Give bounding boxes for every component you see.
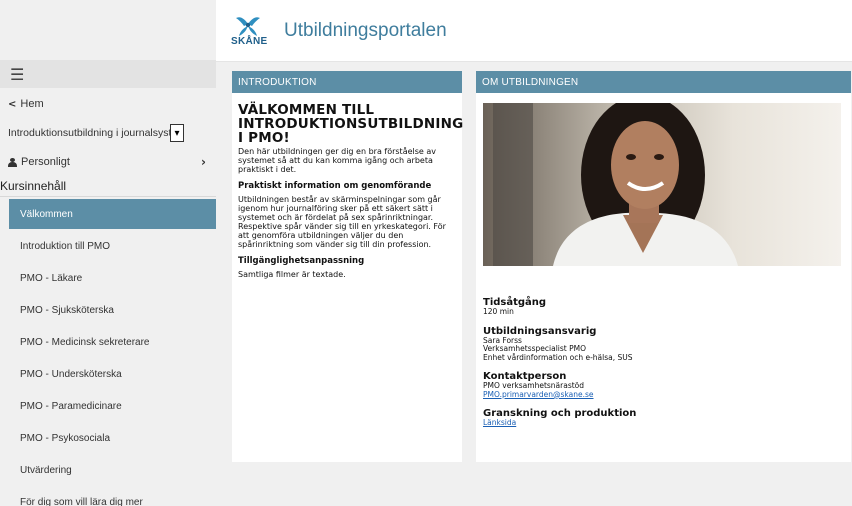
access-heading: Tillgänglighetsanpassning	[238, 256, 365, 266]
chevron-down-icon[interactable]: ▾	[170, 124, 184, 142]
nav-item-label[interactable]: För dig som vill lära dig mer	[20, 497, 143, 506]
nav-item-utvardering[interactable]: Utvärdering	[0, 455, 216, 485]
course-photo	[483, 103, 841, 266]
portal-title[interactable]: Utbildningsportalen	[284, 20, 447, 42]
intro-panel: INTRODUKTION VÄLKOMMEN TILL INTRODUKTION…	[232, 71, 464, 462]
course-select[interactable]: Introduktionsutbildning i journalsystem …	[0, 117, 216, 149]
about-info: Tidsåtgång 120 min Utbildningsansvarig S…	[483, 291, 636, 428]
nav-item-label[interactable]: Välkommen	[20, 209, 73, 220]
nav-item-label[interactable]: PMO - Läkare	[20, 273, 82, 284]
practical-heading: Praktiskt information om genomförande	[238, 181, 432, 191]
app-root: ☰ < Hem Introduktionsutbildning i journa…	[0, 0, 852, 506]
personal-menu[interactable]: Personligt ›	[0, 149, 216, 175]
home-label[interactable]: Hem	[20, 98, 43, 110]
section-title-label: Kursinnehåll	[0, 178, 67, 193]
header: SKÅNE Utbildningsportalen	[216, 0, 852, 62]
course-select-value[interactable]: Introduktionsutbildning i journalsystem	[8, 127, 170, 139]
nav-item-label[interactable]: PMO - Medicinsk sekreterare	[20, 337, 149, 348]
resp-unit: Enhet vårdinformation och e-hälsa, SUS	[483, 352, 633, 362]
about-panel-heading: OM UTBILDNINGEN	[476, 71, 851, 93]
nav-item-underskoterska[interactable]: PMO - Undersköterska	[0, 359, 216, 389]
intro-title: VÄLKOMMEN TILL INTRODUKTIONSUTBILDNING I…	[238, 102, 464, 146]
time-value: 120 min	[483, 307, 514, 316]
personal-left: Personligt	[8, 156, 70, 168]
nav-item-lara-mer[interactable]: För dig som vill lära dig mer	[0, 487, 216, 506]
access-text: Samtliga filmer är textade.	[238, 270, 346, 279]
nav-item-label[interactable]: Utvärdering	[20, 465, 72, 476]
intro-panel-heading: INTRODUKTION	[232, 71, 462, 93]
resp-heading: Utbildningsansvarig	[483, 325, 597, 337]
nav-item-label[interactable]: PMO - Undersköterska	[20, 369, 122, 380]
nav-item-introduktion[interactable]: Introduktion till PMO	[0, 231, 216, 261]
about-panel: OM UTBILDNINGEN Tidsåtgång 120 min Utbil…	[476, 71, 851, 462]
nav-item-medicinsk-sekreterare[interactable]: PMO - Medicinsk sekreterare	[0, 327, 216, 357]
sidebar-top-spacer	[0, 0, 216, 60]
menu-toggle-button[interactable]: ☰	[0, 60, 216, 88]
nav-item-paramedicinare[interactable]: PMO - Paramedicinare	[0, 391, 216, 421]
intro-lead: Den här utbildningen ger dig en bra förs…	[238, 147, 437, 174]
nav-item-valkommen[interactable]: Välkommen	[9, 199, 216, 229]
nav-item-label[interactable]: PMO - Psykosociala	[20, 433, 110, 444]
course-nav-list: Välkommen Introduktion till PMO PMO - Lä…	[0, 199, 216, 506]
chevron-right-icon[interactable]: ›	[201, 155, 206, 169]
personal-label[interactable]: Personligt	[21, 156, 70, 168]
nav-item-label[interactable]: PMO - Paramedicinare	[20, 401, 122, 412]
nurse-portrait-image	[483, 103, 841, 266]
review-link[interactable]: Länksida	[483, 418, 516, 427]
hamburger-icon[interactable]: ☰	[10, 65, 24, 84]
nav-item-sjukskoterska[interactable]: PMO - Sjuksköterska	[0, 295, 216, 325]
nav-item-label[interactable]: Introduktion till PMO	[20, 241, 110, 252]
intro-body: VÄLKOMMEN TILL INTRODUKTIONSUTBILDNING I…	[232, 93, 464, 279]
home-link[interactable]: < Hem	[0, 91, 216, 117]
chevron-left-icon: <	[8, 98, 17, 110]
sidebar: ☰ < Hem Introduktionsutbildning i journa…	[0, 0, 216, 506]
section-title: Kursinnehåll	[0, 175, 216, 197]
logo-text: SKÅNE	[231, 36, 268, 47]
contact-email-link[interactable]: PMO.primarvarden@skane.se	[483, 390, 594, 399]
nav-item-lakare[interactable]: PMO - Läkare	[0, 263, 216, 293]
practical-text: Utbildningen består av skärminspelningar…	[238, 195, 446, 249]
person-icon	[8, 157, 17, 167]
nav-item-psykosociala[interactable]: PMO - Psykosociala	[0, 423, 216, 453]
nav-item-label[interactable]: PMO - Sjuksköterska	[20, 305, 114, 316]
